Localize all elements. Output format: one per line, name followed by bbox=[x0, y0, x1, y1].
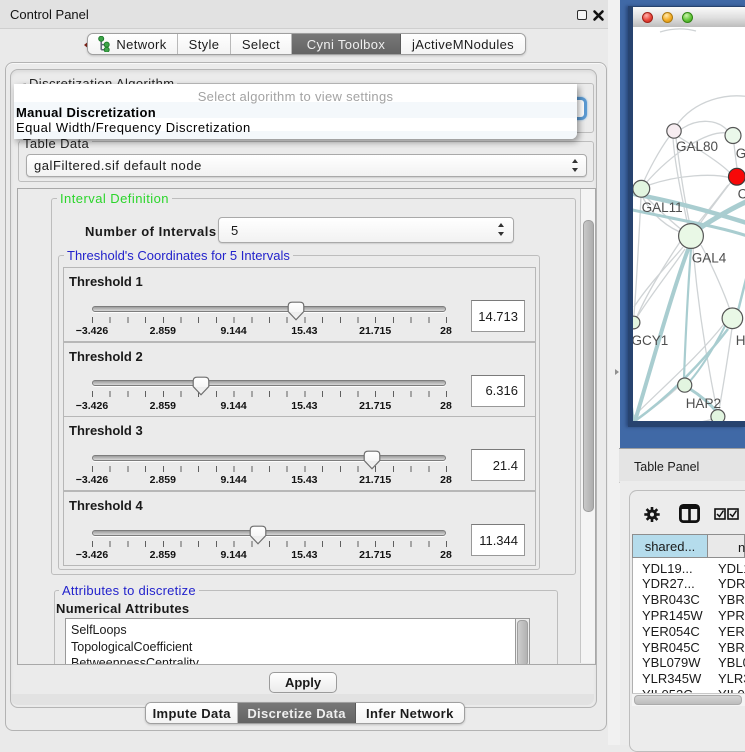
svg-text:GAL4: GAL4 bbox=[692, 251, 727, 266]
svg-text:H: H bbox=[736, 333, 745, 348]
svg-text:GCY1: GCY1 bbox=[633, 333, 668, 348]
svg-text:C: C bbox=[738, 187, 745, 202]
svg-text:HAP2: HAP2 bbox=[686, 396, 721, 411]
svg-text:GAL80: GAL80 bbox=[676, 139, 718, 154]
svg-text:GA: GA bbox=[736, 146, 745, 161]
svg-text:GAL11: GAL11 bbox=[642, 200, 683, 215]
